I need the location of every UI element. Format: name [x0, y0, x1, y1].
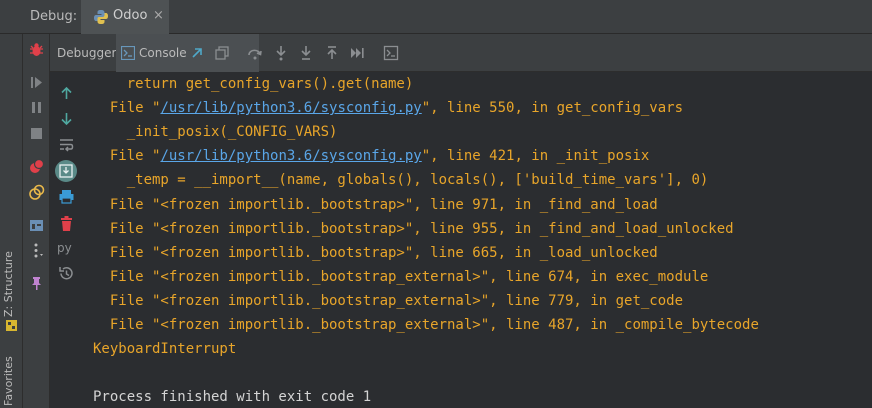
resume-icon[interactable]	[28, 74, 45, 91]
svg-text:py: py	[57, 241, 72, 255]
scroll-up-icon[interactable]	[58, 85, 75, 102]
clear-icon[interactable]	[58, 215, 75, 232]
left-tool-strip: Z: Structure Favorites	[0, 34, 23, 408]
view-breakpoints-icon[interactable]	[28, 158, 45, 175]
traceback-file-line: File "/usr/lib/python3.6/sysconfig.py", …	[93, 148, 650, 165]
evaluate-icon[interactable]	[383, 45, 399, 61]
bug-icon[interactable]	[28, 41, 45, 58]
file-path-link[interactable]: /usr/lib/python3.6/sysconfig.py	[160, 100, 421, 116]
step-into-icon[interactable]	[273, 45, 289, 61]
stop-icon[interactable]	[28, 125, 45, 142]
console-line: File "<frozen importlib._bootstrap_exter…	[93, 317, 759, 333]
scroll-to-end-button[interactable]	[55, 160, 77, 182]
structure-label: Z: Structure	[2, 251, 15, 317]
console-output[interactable]: return get_config_vars().get(name) File …	[83, 72, 872, 408]
traceback-file-line: File "/usr/lib/python3.6/sysconfig.py", …	[93, 100, 684, 117]
debug-tool-window-header: Debug: Odoo ×	[0, 0, 872, 34]
tab-console[interactable]: Console	[116, 34, 259, 72]
console-icon	[121, 46, 135, 60]
console-line: KeyboardInterrupt	[93, 341, 237, 358]
close-icon[interactable]: ×	[153, 8, 164, 23]
favorites-label: Favorites	[2, 356, 15, 406]
console-actions-column: py	[50, 72, 83, 408]
debug-actions-column	[23, 34, 50, 408]
console-line: _init_posix(_CONFIG_VARS)	[93, 124, 338, 141]
more-icon[interactable]	[28, 242, 45, 259]
console-line: File "<frozen importlib._bootstrap>", li…	[93, 220, 734, 237]
tab-label: Odoo	[113, 8, 148, 23]
debugger-toolbar: Debugger Console	[50, 34, 872, 72]
step-out-icon[interactable]	[324, 45, 340, 61]
console-line: File "<frozen importlib._bootstrap>", li…	[93, 244, 658, 261]
console-line: _temp = __import__(name, globals(), loca…	[93, 172, 709, 189]
debug-label: Debug:	[30, 9, 78, 24]
scroll-down-icon[interactable]	[58, 110, 75, 127]
tab-odoo[interactable]: Odoo ×	[81, 0, 169, 34]
process-exit-line: Process finished with exit code 1	[93, 389, 372, 406]
open-external-icon[interactable]	[190, 46, 204, 60]
pause-icon[interactable]	[28, 99, 45, 116]
console-line: return get_config_vars().get(name)	[93, 76, 414, 92]
scroll-to-end-icon	[59, 164, 73, 178]
history-icon[interactable]	[58, 265, 75, 282]
python-prompt-icon[interactable]: py	[57, 240, 76, 257]
tab-debugger[interactable]: Debugger	[57, 46, 116, 60]
file-path-link[interactable]: /usr/lib/python3.6/sysconfig.py	[160, 148, 421, 164]
restore-layout-icon[interactable]	[214, 45, 230, 61]
console-tab-label: Console	[139, 46, 187, 60]
console-line: File "<frozen importlib._bootstrap_exter…	[93, 268, 709, 285]
run-to-cursor-icon[interactable]	[349, 45, 365, 61]
python-icon	[94, 10, 108, 24]
print-icon[interactable]	[58, 188, 75, 205]
step-over-icon[interactable]	[247, 45, 263, 61]
layout-icon[interactable]	[28, 217, 45, 234]
mute-breakpoints-icon[interactable]	[28, 184, 45, 201]
pin-icon[interactable]	[28, 275, 45, 292]
console-line: File "<frozen importlib._bootstrap_exter…	[93, 292, 684, 309]
structure-icon	[6, 320, 17, 331]
step-into-my-code-icon[interactable]	[298, 45, 314, 61]
soft-wrap-icon[interactable]	[58, 136, 75, 153]
console-line: File "<frozen importlib._bootstrap>", li…	[93, 196, 658, 213]
